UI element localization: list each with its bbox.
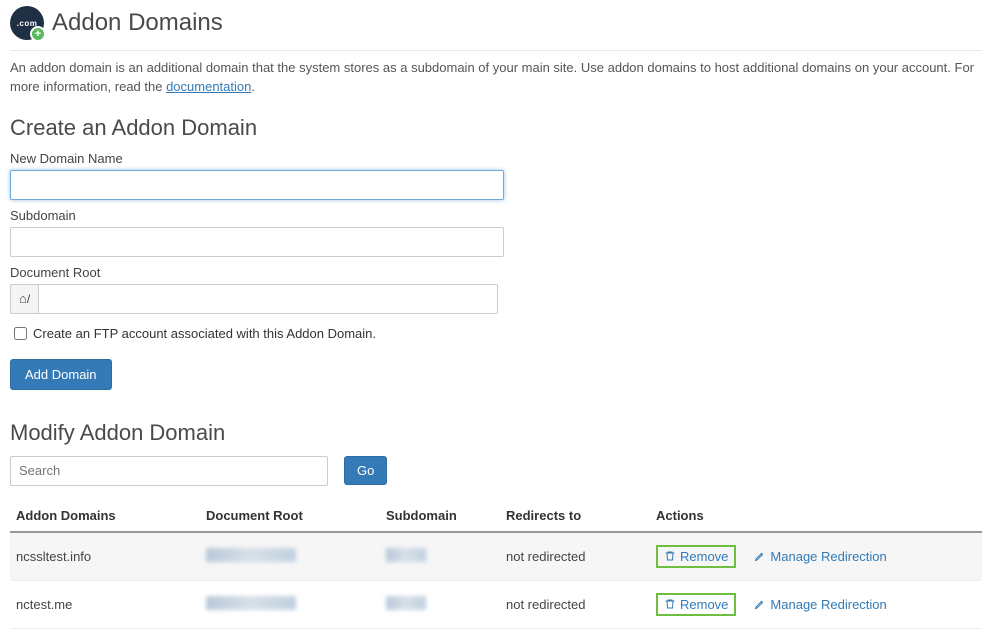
col-actions: Actions [650,500,982,532]
redacted-text [386,548,426,562]
addon-domains-icon: .com + [10,6,44,40]
new-domain-label: New Domain Name [10,151,982,166]
docroot-prefix: ⌂ / [10,284,38,314]
go-button[interactable]: Go [344,456,387,485]
docroot-slash: / [27,292,30,306]
table-header-row: Addon Domains Document Root Subdomain Re… [10,500,982,532]
remove-label: Remove [680,549,728,564]
create-heading: Create an Addon Domain [10,115,982,141]
cell-redirects: not redirected [500,580,650,628]
redacted-text [206,548,296,562]
subdomain-input[interactable] [10,227,504,257]
remove-link[interactable]: Remove [656,545,736,568]
ftp-checkbox-row: Create an FTP account associated with th… [10,324,982,343]
col-redirects: Redirects to [500,500,650,532]
docroot-label: Document Root [10,265,982,280]
manage-redirection-link[interactable]: Manage Redirection [754,597,886,612]
table-row: nctest.me not redirected Remove Manage R… [10,580,982,628]
trash-icon [664,598,676,610]
cell-redirects: not redirected [500,532,650,581]
trash-icon [664,550,676,562]
cell-docroot [200,532,380,581]
ftp-checkbox[interactable] [14,327,27,340]
cell-actions: Remove Manage Redirection [650,532,982,581]
plus-badge-icon: + [30,26,46,42]
addon-domains-table: Addon Domains Document Root Subdomain Re… [10,500,982,629]
search-input[interactable] [10,456,328,486]
docroot-input[interactable] [38,284,498,314]
col-docroot: Document Root [200,500,380,532]
ftp-checkbox-label: Create an FTP account associated with th… [33,326,376,341]
pencil-icon [754,550,766,562]
remove-label: Remove [680,597,728,612]
home-icon: ⌂ [19,291,27,306]
modify-heading: Modify Addon Domain [10,420,982,446]
page-title: Addon Domains [52,9,223,37]
cell-domain: ncssltest.info [10,532,200,581]
table-row: ncssltest.info not redirected Remove Man… [10,532,982,581]
col-addon: Addon Domains [10,500,200,532]
new-domain-input[interactable] [10,170,504,200]
add-domain-button[interactable]: Add Domain [10,359,112,390]
remove-link[interactable]: Remove [656,593,736,616]
divider [10,50,982,51]
cell-subdomain [380,532,500,581]
manage-redirection-link[interactable]: Manage Redirection [754,549,886,564]
pencil-icon [754,598,766,610]
redacted-text [206,596,296,610]
subdomain-label: Subdomain [10,208,982,223]
intro-before: An addon domain is an additional domain … [10,60,974,94]
cell-actions: Remove Manage Redirection [650,580,982,628]
docroot-row: ⌂ / [10,284,982,314]
cell-subdomain [380,580,500,628]
cell-domain: nctest.me [10,580,200,628]
manage-label: Manage Redirection [770,549,886,564]
intro-after: . [251,79,255,94]
search-row: Go [10,456,982,486]
redacted-text [386,596,426,610]
col-subdomain: Subdomain [380,500,500,532]
page-header: .com + Addon Domains [10,0,982,50]
intro-text: An addon domain is an additional domain … [10,59,982,97]
documentation-link[interactable]: documentation [166,79,251,94]
manage-label: Manage Redirection [770,597,886,612]
cell-docroot [200,580,380,628]
